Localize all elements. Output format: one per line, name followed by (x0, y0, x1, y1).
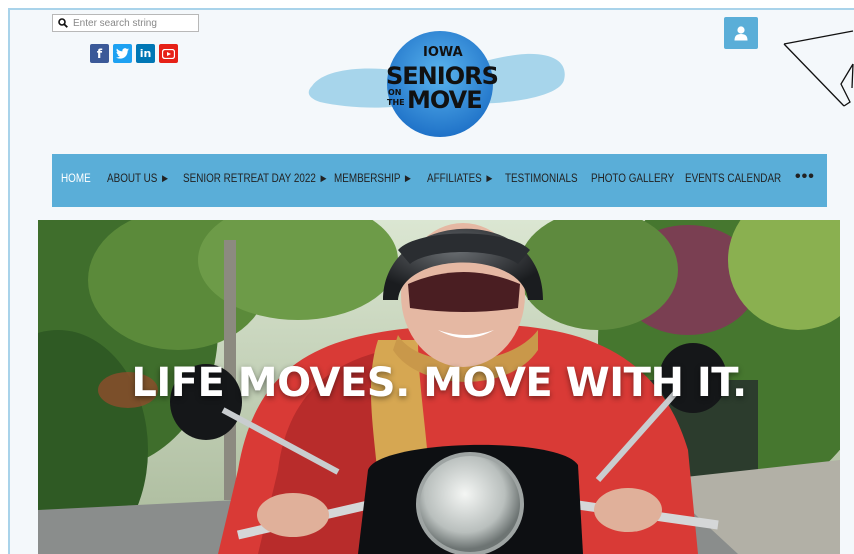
social-links: f in (90, 44, 178, 63)
nav-about-us[interactable]: ABOUT US ► (107, 173, 170, 185)
hero-banner: LIFE MOVES. MOVE WITH IT. (38, 220, 840, 554)
nav-events-calendar[interactable]: EVENTS CALENDAR (685, 173, 781, 185)
logo-on: ON (388, 88, 402, 97)
nav-photo-gallery[interactable]: PHOTO GALLERY (591, 173, 674, 185)
search-box[interactable] (52, 14, 199, 32)
nav-more-button[interactable]: ••• (795, 168, 815, 186)
linkedin-icon[interactable]: in (136, 44, 155, 63)
nav-senior-retreat-day[interactable]: SENIOR RETREAT DAY 2022 ► (183, 173, 328, 185)
nav-testimonials[interactable]: TESTIMONIALS (505, 173, 578, 185)
hero-headline: LIFE MOVES. MOVE WITH IT. (131, 360, 747, 406)
annotation-arrow (783, 30, 854, 107)
facebook-icon[interactable]: f (90, 44, 109, 63)
logo-move: MOVE (407, 86, 483, 114)
search-icon (58, 18, 68, 28)
nav-membership[interactable]: MEMBERSHIP ► (334, 173, 413, 185)
nav-home[interactable]: HOME (61, 173, 91, 185)
logo-iowa: IOWA (423, 45, 463, 60)
site-logo[interactable]: IOWA SENIORS ON THE MOVE (306, 28, 572, 140)
user-icon (734, 26, 748, 41)
user-login-button[interactable] (724, 17, 758, 49)
twitter-icon[interactable] (113, 44, 132, 63)
logo-the: THE (387, 98, 405, 107)
youtube-icon[interactable] (159, 44, 178, 63)
search-input[interactable] (73, 16, 193, 30)
nav-affiliates[interactable]: AFFILIATES ► (427, 173, 494, 185)
main-nav: HOME ABOUT US ► SENIOR RETREAT DAY 2022 … (52, 154, 827, 207)
